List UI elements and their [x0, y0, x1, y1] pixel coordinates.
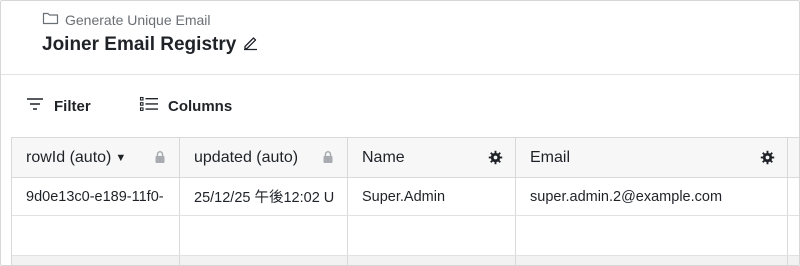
column-header-label: Name: [362, 148, 405, 166]
grid-footer-row: [12, 256, 799, 265]
cell-spacer: [788, 256, 799, 265]
page-header: Generate Unique Email Joiner Email Regis…: [1, 1, 799, 75]
empty-cell[interactable]: [348, 216, 516, 255]
filter-button[interactable]: Filter: [25, 91, 91, 121]
column-header-label: updated (auto): [194, 148, 299, 166]
app-frame: Generate Unique Email Joiner Email Regis…: [0, 0, 800, 266]
column-header-name[interactable]: Name: [348, 138, 516, 177]
column-header-email[interactable]: Email: [516, 138, 788, 177]
empty-cell: [12, 256, 180, 265]
empty-cell[interactable]: [12, 216, 180, 255]
columns-icon: [139, 95, 159, 117]
empty-cell[interactable]: [516, 216, 788, 255]
gear-icon[interactable]: [488, 150, 503, 165]
page-title: Joiner Email Registry: [42, 34, 237, 55]
columns-label: Columns: [168, 97, 233, 115]
filter-label: Filter: [54, 97, 91, 115]
toolbar: Filter Columns: [1, 91, 799, 121]
pencil-icon[interactable]: [242, 34, 259, 56]
gear-icon[interactable]: [760, 150, 775, 165]
lock-icon: [155, 151, 165, 163]
empty-cell[interactable]: [180, 216, 348, 255]
column-header-label: Email: [530, 148, 571, 166]
cell-spacer: [788, 216, 799, 255]
sort-desc-icon[interactable]: ▼: [115, 152, 126, 164]
columns-button[interactable]: Columns: [139, 91, 232, 121]
cell-spacer: [788, 178, 799, 215]
title-row: Joiner Email Registry: [42, 34, 259, 56]
column-header-add: [788, 138, 799, 177]
folder-icon: [42, 11, 59, 28]
breadcrumb-label: Generate Unique Email: [65, 11, 211, 28]
empty-cell: [180, 256, 348, 265]
header-row: rowId (auto) ▼ updated (auto) Name Email: [12, 138, 799, 178]
empty-cell: [516, 256, 788, 265]
column-header-updated[interactable]: updated (auto): [180, 138, 348, 177]
lock-icon: [323, 151, 333, 163]
breadcrumb[interactable]: Generate Unique Email: [42, 11, 211, 28]
column-header-rowid[interactable]: rowId (auto) ▼: [12, 138, 180, 177]
new-row[interactable]: [12, 216, 799, 256]
column-header-label: rowId (auto): [26, 148, 112, 166]
filter-icon: [25, 95, 45, 117]
data-grid: rowId (auto) ▼ updated (auto) Name Email…: [11, 137, 799, 265]
table-row[interactable]: 9d0e13c0-e189-11f0- 25/12/25 午後12:02 U S…: [12, 178, 799, 216]
cell-email[interactable]: super.admin.2@example.com: [516, 178, 788, 215]
cell-updated[interactable]: 25/12/25 午後12:02 U: [180, 178, 348, 215]
cell-rowid[interactable]: 9d0e13c0-e189-11f0-: [12, 178, 180, 215]
empty-cell: [348, 256, 516, 265]
cell-name[interactable]: Super.Admin: [348, 178, 516, 215]
